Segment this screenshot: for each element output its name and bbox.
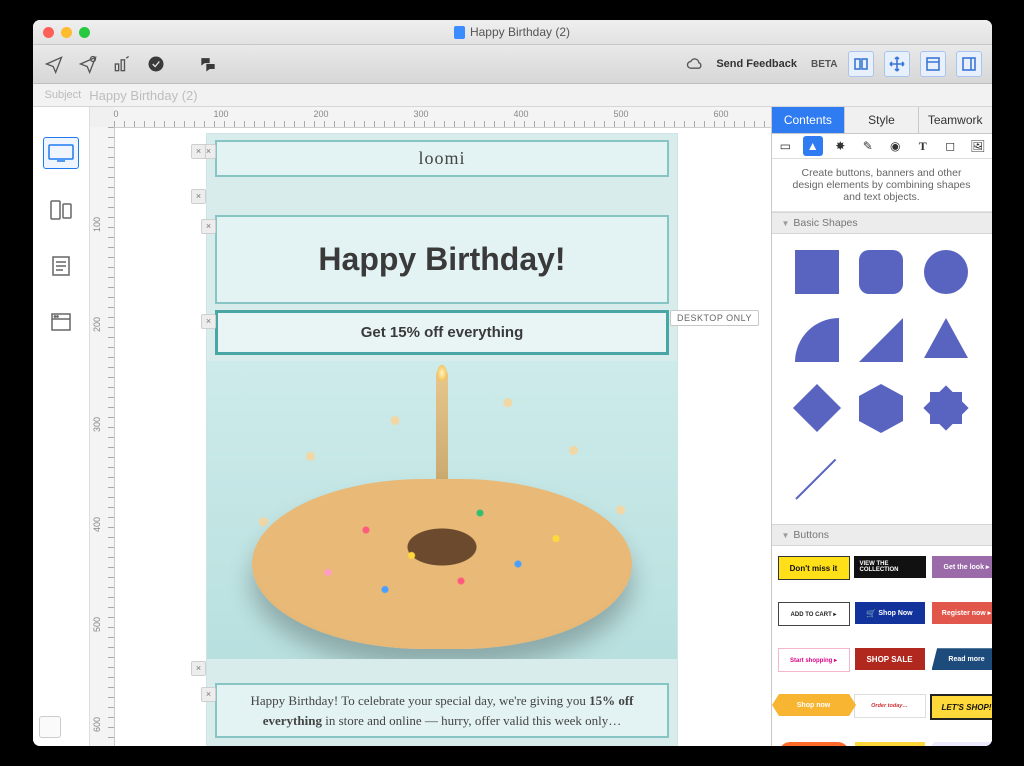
paragraph-block[interactable]: × Happy Birthday! To celebrate your spec… [215, 683, 669, 738]
shape-line[interactable] [792, 454, 842, 504]
device-switcher [33, 107, 90, 746]
brand-block[interactable]: × loomi [215, 140, 669, 177]
device-mobile-button[interactable] [44, 195, 78, 225]
subhead-text: Get 15% off everything [227, 318, 657, 347]
basic-shapes-grid [772, 234, 992, 524]
headline-block[interactable]: × Happy Birthday! [215, 215, 669, 304]
preset-button[interactable]: Don't miss it [778, 556, 850, 580]
tool-shape-icon[interactable]: ▲ [803, 136, 823, 156]
preset-button[interactable]: Shop now [779, 694, 849, 716]
brand-text: loomi [418, 148, 465, 168]
tool-button-icon[interactable]: ▭ [775, 136, 795, 156]
subject-label: Subject [45, 89, 82, 101]
tool-star-icon[interactable]: ✸ [830, 136, 850, 156]
beta-badge: BETA [811, 59, 837, 70]
donut-graphic [252, 479, 632, 649]
preset-button[interactable]: Shop [779, 742, 849, 746]
subject-value: Happy Birthday (2) [89, 88, 197, 103]
cta-row[interactable]: × Let's go birthday shopping [215, 744, 669, 746]
shape-triangle[interactable] [924, 318, 968, 358]
shape-diamond[interactable] [793, 384, 841, 432]
block-delete-icon[interactable]: × [201, 314, 216, 329]
subject-bar[interactable]: Subject Happy Birthday (2) [33, 84, 992, 107]
canvas-scroll[interactable]: × loomi × × Happy Birthday! × DESKTOP ON… [114, 127, 771, 746]
shape-circle[interactable] [924, 250, 968, 294]
preset-button[interactable]: Shop Now [855, 602, 925, 624]
canvas-area: 0 100 200 300 400 500 600 100 200 300 40… [90, 107, 771, 746]
window-title: Happy Birthday (2) [470, 25, 570, 39]
shape-starburst[interactable] [924, 386, 968, 430]
ruler-vertical: 100 200 300 400 500 600 [90, 127, 115, 746]
para-post: in store and online — hurry, offer valid… [322, 713, 621, 728]
preset-button[interactable]: £14.98 [855, 742, 925, 746]
preset-button[interactable]: Order today… [854, 694, 926, 718]
tab-contents[interactable]: Contents [772, 107, 846, 133]
preset-button[interactable]: Read more [932, 648, 992, 670]
toolbar: Send Feedback BETA [33, 45, 992, 84]
document-icon [454, 26, 465, 39]
preset-button[interactable]: VIEW THE COLLECTION [854, 556, 926, 578]
preset-button[interactable]: Start shopping ▸ [778, 648, 850, 672]
subhead-block[interactable]: × DESKTOP ONLY Get 15% off everything [215, 310, 669, 355]
align-tool-button[interactable] [848, 51, 874, 77]
preset-button[interactable]: Get it now [932, 742, 992, 746]
move-tool-button[interactable] [884, 51, 910, 77]
shape-hexagon[interactable] [859, 396, 903, 421]
send-test-icon[interactable] [43, 53, 65, 75]
panels-tool-button[interactable] [956, 51, 982, 77]
block-delete-icon[interactable]: × [201, 219, 216, 234]
tab-teamwork[interactable]: Teamwork [919, 107, 992, 133]
headline-text: Happy Birthday! [227, 223, 657, 296]
block-delete-icon[interactable]: × [191, 144, 206, 159]
tool-camera-icon[interactable]: ◉ [885, 136, 905, 156]
shape-square[interactable] [795, 250, 839, 294]
preset-button[interactable]: ADD TO CART ▸ [778, 602, 850, 626]
hero-image-block[interactable]: × [207, 361, 677, 659]
shape-rounded-square[interactable] [859, 250, 903, 294]
preset-button[interactable]: SHOP SALE [855, 648, 925, 670]
block-delete-icon[interactable]: × [201, 687, 216, 702]
ruler-horizontal: 0 100 200 300 400 500 600 [114, 107, 771, 128]
block-delete-icon[interactable]: × [191, 661, 206, 676]
section-buttons[interactable]: Buttons [772, 524, 992, 546]
email-sheet[interactable]: × loomi × × Happy Birthday! × DESKTOP ON… [206, 133, 678, 746]
candle-graphic [436, 369, 448, 489]
app-window: Happy Birthday (2) Send Feedback BETA Su… [33, 20, 992, 746]
preset-button[interactable]: Register now ▸ [932, 602, 992, 624]
device-browser-button[interactable] [44, 307, 78, 337]
element-type-tabs: ▭ ▲ ✸ ✎ ◉ T ◻ 🖼 [772, 134, 992, 159]
checkmark-circle-icon[interactable] [145, 53, 167, 75]
shape-right-triangle[interactable] [859, 318, 903, 362]
inspector-tabs: Contents Style Teamwork [772, 107, 992, 134]
shape-quarter-circle[interactable] [795, 318, 839, 362]
tab-style[interactable]: Style [845, 107, 919, 133]
corner-widget[interactable] [39, 716, 61, 738]
preset-button[interactable]: Get the look ▸ [932, 556, 992, 578]
tool-image-icon[interactable]: 🖼 [968, 136, 988, 156]
block-delete-icon[interactable]: × [191, 189, 206, 204]
desktop-only-badge: DESKTOP ONLY [670, 310, 759, 326]
titlebar: Happy Birthday (2) [33, 20, 992, 45]
tool-marquee-icon[interactable]: ◻ [940, 136, 960, 156]
section-basic-shapes[interactable]: Basic Shapes [772, 212, 992, 234]
inspector-panel: Contents Style Teamwork ▭ ▲ ✸ ✎ ◉ T ◻ 🖼 … [771, 107, 992, 746]
tool-brush-icon[interactable]: ✎ [858, 136, 878, 156]
device-text-button[interactable] [44, 251, 78, 281]
device-desktop-button[interactable] [43, 137, 79, 169]
inspector-hint: Create buttons, banners and other design… [772, 159, 992, 212]
para-pre: Happy Birthday! To celebrate your specia… [250, 693, 589, 708]
cloud-icon[interactable] [684, 53, 706, 75]
send-feedback-link[interactable]: Send Feedback [716, 58, 797, 70]
buttons-grid: Don't miss it VIEW THE COLLECTION Get th… [772, 546, 992, 746]
tool-text-icon[interactable]: T [913, 136, 933, 156]
layout-tool-button[interactable] [920, 51, 946, 77]
analytics-icon[interactable] [111, 53, 133, 75]
preset-button[interactable]: LET'S SHOP! [930, 694, 992, 720]
send-icon[interactable] [77, 53, 99, 75]
chat-icon[interactable] [197, 53, 219, 75]
